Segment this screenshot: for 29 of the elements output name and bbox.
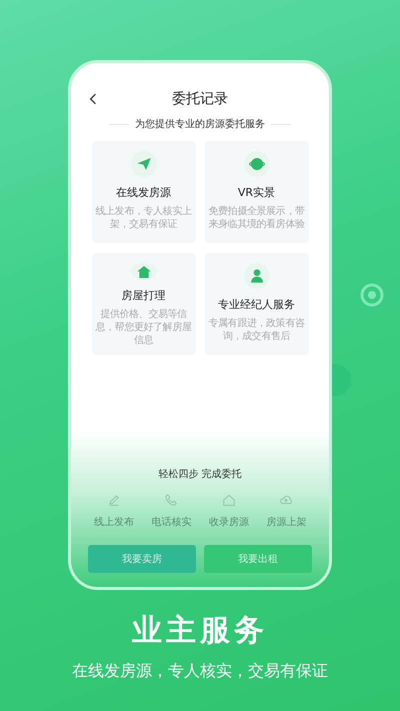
service-card[interactable]: 在线发房源 线上发布，专人核实上架，交易有保证 bbox=[92, 141, 196, 243]
screen-title: 委托记录 bbox=[172, 90, 228, 108]
phone-icon bbox=[164, 493, 178, 507]
service-description: 免费拍摄全景展示，带来身临其境的看房体验 bbox=[207, 205, 306, 231]
house-icon bbox=[136, 264, 152, 280]
step-label: 房源上架 bbox=[266, 516, 306, 529]
pencil-icon bbox=[106, 493, 121, 507]
service-card[interactable]: 房屋打理 提供价格、交易等信息，帮您更好了解房屋信息 bbox=[92, 253, 196, 355]
service-description: 提供价格、交易等信息，帮您更好了解房屋信息 bbox=[94, 308, 192, 347]
section-subtitle: 为您提供专业的房源委托服务 bbox=[135, 118, 265, 131]
steps-title: 轻松四步 完成委托 bbox=[158, 468, 242, 481]
service-title: 专业经纪人服务 bbox=[218, 297, 295, 312]
service-card[interactable]: 专业经纪人服务 专属有跟进，政策有咨询，成交有售后 bbox=[204, 253, 308, 355]
step-label: 线上发布 bbox=[94, 516, 134, 529]
house-icon bbox=[222, 493, 236, 507]
cloud-upload-icon bbox=[279, 493, 294, 507]
promo-title: 业主服务 bbox=[132, 612, 268, 650]
service-title: 在线发房源 bbox=[116, 185, 171, 200]
person-icon bbox=[248, 268, 264, 284]
service-description: 专属有跟进，政策有咨询，成交有售后 bbox=[207, 317, 306, 343]
promo-subtitle: 在线发房源，专人核实，交易有保证 bbox=[72, 661, 328, 682]
step-label: 收录房源 bbox=[208, 516, 249, 529]
service-card[interactable]: VR实景 免费拍摄全景展示，带来身临其境的看房体验 bbox=[204, 141, 308, 243]
step-label: 电话核实 bbox=[151, 516, 192, 529]
paper-plane-icon bbox=[136, 156, 152, 172]
back-icon[interactable] bbox=[89, 93, 97, 105]
service-title: VR实景 bbox=[238, 185, 276, 200]
service-description: 线上发布，专人核实上架，交易有保证 bbox=[94, 205, 192, 231]
service-title: 房屋打理 bbox=[122, 288, 166, 303]
